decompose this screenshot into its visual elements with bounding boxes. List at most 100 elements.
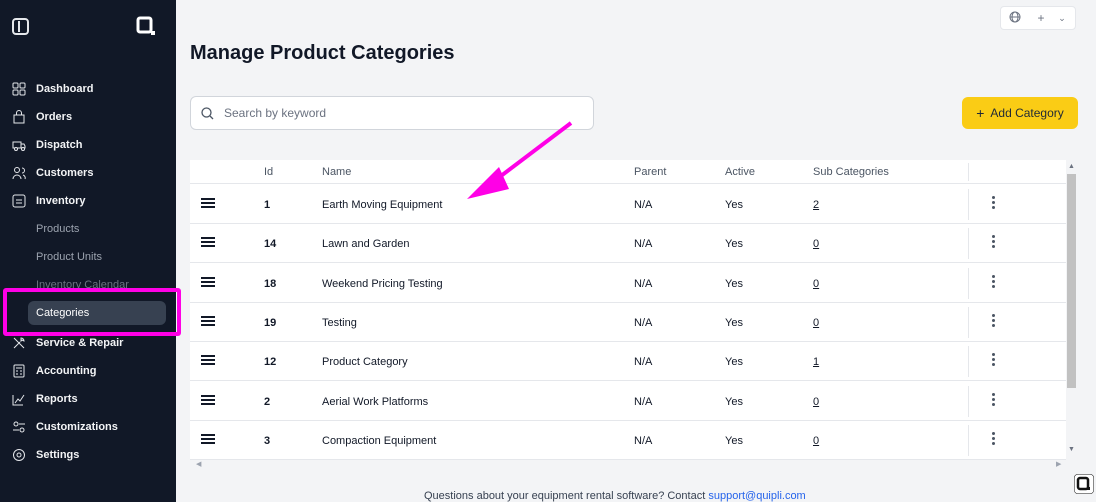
cell-sub-categories-link[interactable]: 0 — [813, 396, 819, 408]
table-row[interactable]: 2 Aerial Work Platforms N/A Yes 0 — [190, 382, 1066, 421]
sidebar-subitem-product-units[interactable]: Product Units — [36, 251, 102, 263]
sidebar: Dashboard Orders Dispatch Customers Inve… — [0, 0, 176, 502]
row-menu-icon[interactable] — [992, 313, 996, 329]
plus-icon[interactable]: + — [1029, 11, 1053, 25]
cell-parent: N/A — [634, 199, 653, 211]
scrollbar-thumb[interactable] — [1067, 174, 1076, 388]
drag-handle-icon[interactable] — [201, 276, 215, 287]
footer-question: Questions about your equipment rental so… — [424, 490, 709, 502]
tools-icon — [13, 337, 25, 349]
sidebar-item-orders[interactable]: Orders — [12, 106, 72, 128]
calculator-icon — [13, 364, 25, 378]
quipli-logo-icon — [136, 16, 155, 35]
drag-handle-icon[interactable] — [201, 355, 215, 366]
sidebar-item-settings[interactable]: Settings — [12, 444, 79, 466]
cell-name: Lawn and Garden — [322, 238, 410, 251]
table-header: Id Name Parent Active Sub Categories — [190, 160, 1066, 184]
column-header-parent[interactable]: Parent — [634, 166, 666, 178]
vertical-scrollbar[interactable]: ▲ ▼ — [1066, 160, 1077, 460]
cell-parent: N/A — [634, 238, 653, 251]
cell-name: Testing — [322, 316, 357, 329]
support-email-link[interactable]: support@quipli.com — [708, 490, 805, 502]
users-icon — [12, 167, 26, 180]
column-header-sub-categories[interactable]: Sub Categories — [813, 166, 889, 178]
column-divider — [968, 163, 969, 181]
row-menu-icon[interactable] — [992, 392, 996, 408]
cell-sub-categories-link[interactable]: 1 — [813, 356, 819, 368]
cell-active: Yes — [725, 356, 743, 369]
settings-icon — [13, 449, 25, 461]
cell-id: 2 — [264, 395, 271, 408]
sidebar-item-customers[interactable]: Customers — [12, 162, 93, 184]
horizontal-scrollbar[interactable]: ◀ ▶ — [190, 460, 1066, 470]
chevron-down-icon[interactable]: ⌄ — [1053, 13, 1071, 24]
drag-handle-icon[interactable] — [201, 237, 215, 248]
column-divider — [968, 385, 969, 417]
column-header-id[interactable]: Id — [264, 166, 273, 178]
cell-sub-categories-link[interactable]: 0 — [813, 278, 819, 290]
row-menu-icon[interactable] — [992, 235, 996, 250]
plus-icon: + — [976, 105, 985, 121]
row-menu-icon[interactable] — [992, 431, 996, 447]
cell-active: Yes — [725, 395, 743, 408]
cell-sub-categories-link[interactable]: 2 — [813, 199, 819, 211]
cell-sub-categories-link[interactable]: 0 — [813, 238, 819, 250]
table-row[interactable]: 3 Compaction Equipment N/A Yes 0 — [190, 421, 1066, 460]
drag-handle-icon[interactable] — [201, 394, 215, 405]
cell-id: 14 — [264, 238, 277, 251]
table-row[interactable]: 1 Earth Moving Equipment N/A Yes 2 — [190, 185, 1066, 224]
page-title: Manage Product Categories — [190, 42, 455, 64]
quipli-corner-logo-icon[interactable] — [1074, 474, 1094, 494]
cell-name: Aerial Work Platforms — [322, 395, 429, 408]
add-category-button[interactable]: + Add Category — [962, 97, 1078, 129]
cell-sub-categories-link[interactable]: 0 — [813, 317, 819, 329]
column-divider — [968, 346, 969, 378]
drag-handle-icon[interactable] — [201, 315, 215, 326]
column-header-active[interactable]: Active — [725, 166, 755, 178]
scroll-right-icon[interactable]: ▶ — [1056, 460, 1061, 468]
sidebar-item-label: Orders — [36, 111, 73, 123]
column-header-name[interactable]: Name — [322, 166, 351, 178]
drag-handle-icon[interactable] — [201, 198, 215, 208]
sidebar-item-inventory[interactable]: Inventory — [12, 190, 86, 212]
cell-id: 12 — [264, 356, 277, 369]
table-row[interactable]: 12 Product Category N/A Yes 1 — [190, 342, 1066, 382]
sidebar-item-dispatch[interactable]: Dispatch — [12, 134, 82, 156]
scroll-up-icon[interactable]: ▲ — [1068, 163, 1075, 170]
row-menu-icon[interactable] — [992, 196, 996, 211]
table-row[interactable]: 14 Lawn and Garden N/A Yes 0 — [190, 224, 1066, 264]
reports-icon — [12, 394, 25, 406]
sidebar-item-label: Dashboard — [36, 83, 94, 95]
sidebar-item-customizations[interactable]: Customizations — [12, 416, 118, 438]
row-menu-icon[interactable] — [992, 353, 996, 368]
cell-parent: N/A — [634, 316, 653, 329]
table-row[interactable]: 19 Testing N/A Yes 0 — [190, 303, 1066, 342]
truck-icon — [12, 141, 26, 151]
row-menu-icon[interactable] — [992, 274, 996, 290]
cell-sub-categories-link[interactable]: 0 — [813, 435, 819, 447]
cell-active: Yes — [725, 434, 743, 447]
cell-active: Yes — [725, 316, 743, 329]
column-divider — [968, 424, 969, 456]
cell-id: 19 — [264, 316, 277, 329]
sidebar-toggle-icon[interactable] — [12, 18, 29, 35]
scroll-left-icon[interactable]: ◀ — [196, 460, 201, 468]
scroll-down-icon[interactable]: ▼ — [1068, 446, 1075, 453]
globe-icon[interactable] — [1001, 11, 1029, 26]
drag-handle-icon[interactable] — [201, 433, 215, 444]
dashboard-icon — [12, 82, 26, 96]
sidebar-item-dashboard[interactable]: Dashboard — [12, 78, 93, 100]
inventory-icon — [12, 194, 26, 208]
cell-parent: N/A — [634, 277, 653, 290]
sidebar-item-label: Reports — [36, 393, 78, 405]
sidebar-item-label: Inventory — [36, 195, 86, 207]
sidebar-item-label: Dispatch — [36, 139, 83, 151]
sidebar-item-reports[interactable]: Reports — [12, 388, 78, 410]
annotation-arrow — [467, 121, 573, 199]
table-row[interactable]: 18 Weekend Pricing Testing N/A Yes 0 — [190, 264, 1066, 303]
sidebar-item-label: Customers — [36, 167, 94, 179]
sidebar-subitem-products[interactable]: Products — [36, 223, 79, 235]
cell-active: Yes — [725, 199, 743, 211]
sidebar-item-accounting[interactable]: Accounting — [12, 360, 97, 382]
cell-name: Weekend Pricing Testing — [322, 277, 443, 290]
